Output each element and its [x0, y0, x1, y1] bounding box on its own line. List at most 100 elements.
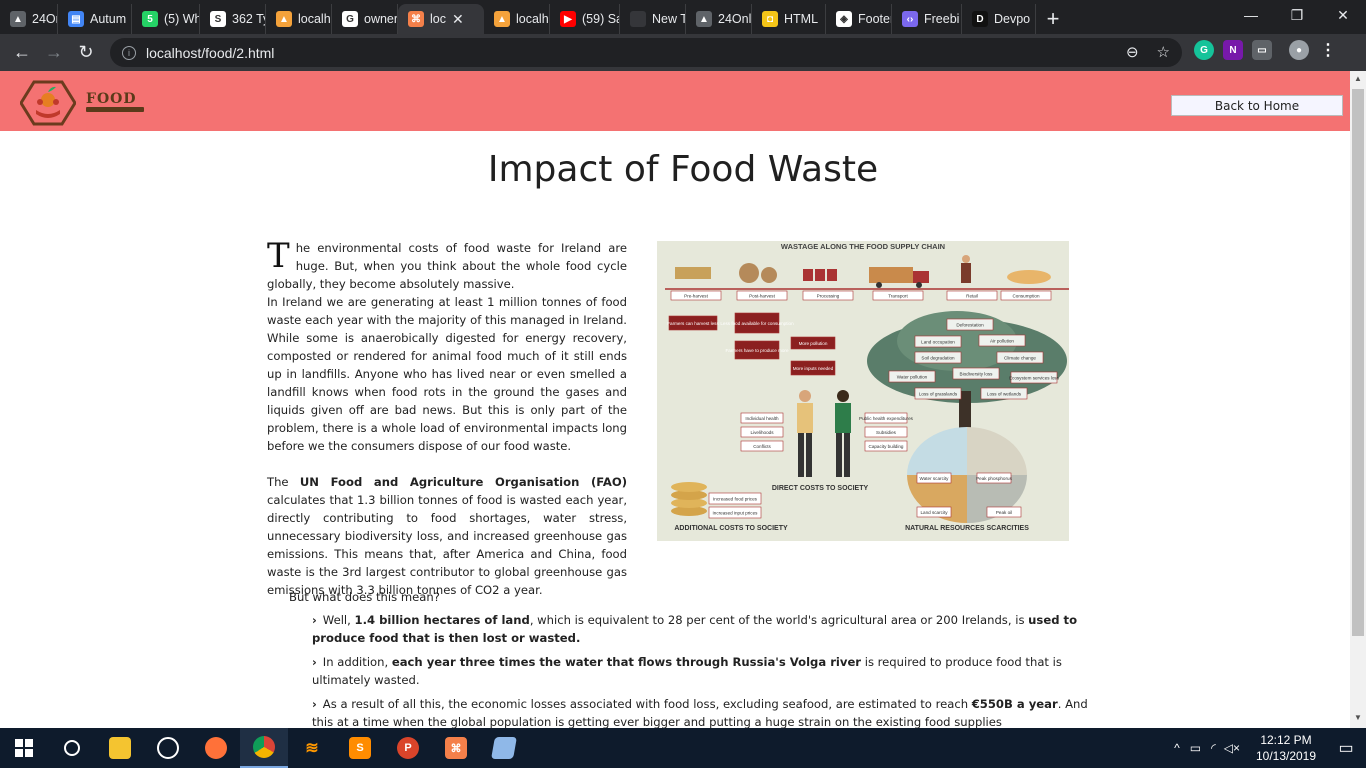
cast-icon[interactable]: ▭: [1252, 40, 1272, 60]
svg-text:Individual health: Individual health: [745, 416, 779, 421]
system-tray: ^ ▭ ◜ ◁× 12:12 PM 10/13/2019 ▭: [1174, 728, 1366, 768]
browser-tab[interactable]: ▲ localhc: [266, 4, 332, 34]
notifications-icon[interactable]: ▭: [1326, 738, 1366, 758]
tab-favicon-icon: G: [342, 11, 358, 27]
logo-wordmark: FOOD: [86, 91, 137, 107]
browser-tab[interactable]: D Devpo: [962, 4, 1036, 34]
svg-text:Biodiversity loss: Biodiversity loss: [960, 372, 994, 377]
file-explorer-icon[interactable]: [96, 728, 144, 768]
clock-date: 10/13/2019: [1255, 749, 1317, 763]
chrome-icon[interactable]: [240, 728, 288, 768]
notepad-icon[interactable]: [480, 728, 528, 768]
browser-tab[interactable]: ▤ Autum: [58, 4, 132, 34]
browser-tab[interactable]: ▲ 24Onli: [0, 4, 58, 34]
tab-favicon-icon: D: [972, 11, 988, 27]
p-app-icon[interactable]: P: [384, 728, 432, 768]
social-cost-box: Subsidies: [864, 426, 908, 438]
extension-area: G N ▭ ● ⋮: [1194, 40, 1338, 60]
item-text: In addition,: [322, 655, 392, 669]
svg-text:Capacity building: Capacity building: [869, 444, 904, 449]
address-bar[interactable]: i localhost/food/2.html ⊖ ☆: [110, 38, 1182, 67]
price-cost-box: Increased input prices: [708, 506, 762, 519]
brackets-icon[interactable]: ⌘: [432, 728, 480, 768]
close-window-button[interactable]: ✕: [1320, 0, 1366, 30]
volume-muted-icon[interactable]: ◁×: [1224, 741, 1240, 755]
impact-label: Loss of wetlands: [980, 387, 1028, 400]
firefox-icon[interactable]: [192, 728, 240, 768]
maximize-button[interactable]: ❐: [1274, 0, 1320, 30]
back-arrow-icon[interactable]: ←: [6, 37, 38, 69]
page-scrollbar[interactable]: ▲ ▼: [1350, 71, 1366, 728]
impact-item-water: › In addition, each year three times the …: [312, 653, 1102, 689]
sublime-icon[interactable]: S: [336, 728, 384, 768]
new-tab-plus-icon[interactable]: +: [1036, 4, 1070, 34]
url-text: localhost/food/2.html: [146, 44, 275, 61]
tab-favicon-icon: ▲: [494, 11, 510, 27]
system-clock[interactable]: 12:12 PM 10/13/2019: [1246, 732, 1326, 764]
browser-tab[interactable]: ‹› Freebi: [892, 4, 962, 34]
scroll-down-icon[interactable]: ▼: [1354, 713, 1362, 722]
start-windows-icon[interactable]: [0, 728, 48, 768]
resource-label: Peak oil: [986, 506, 1022, 518]
battery-icon[interactable]: ▭: [1190, 741, 1201, 755]
tab-label: 24Onl: [718, 12, 752, 26]
page-title: Impact of Food Waste: [487, 149, 879, 190]
stage-label: Consumption: [1000, 290, 1052, 301]
tab-label: loc: [430, 12, 446, 26]
bookmark-star-icon[interactable]: ☆: [1157, 43, 1170, 61]
reload-icon[interactable]: ↻: [70, 37, 102, 69]
close-tab-icon[interactable]: ✕: [452, 11, 464, 28]
browser-tab[interactable]: ▲ localhc: [484, 4, 550, 34]
impact-item-land: › Well, 1.4 billion hectares of land, whi…: [312, 611, 1102, 647]
tab-favicon-icon: ⌘: [408, 11, 424, 27]
svg-text:Consumption: Consumption: [1012, 294, 1040, 299]
tab-favicon-icon: ▲: [696, 11, 712, 27]
tab-label: localhc: [298, 12, 331, 26]
forward-arrow-icon[interactable]: →: [38, 37, 70, 69]
svg-text:Water pollution: Water pollution: [897, 375, 928, 380]
svg-text:More inputs needed: More inputs needed: [793, 366, 834, 371]
browser-tab[interactable]: ▶ (59) Sa: [550, 4, 620, 34]
profile-avatar-icon[interactable]: ●: [1289, 40, 1309, 60]
fao-bold: UN Food and Agriculture Organisation (FA…: [299, 475, 627, 489]
social-cost-box: Livelihoods: [740, 426, 784, 438]
onenote-icon[interactable]: N: [1223, 40, 1243, 60]
food-rescue-logo[interactable]: [20, 80, 76, 126]
impact-label: Ecosystem services loss: [1009, 371, 1060, 384]
search-circle-icon[interactable]: [48, 728, 96, 768]
impact-label: Soil degradation: [914, 351, 962, 364]
browser-tab[interactable]: ◘ HTML: [752, 4, 826, 34]
media-player-icon[interactable]: [144, 728, 192, 768]
direct-costs-label: DIRECT COSTS TO SOCIETY: [772, 485, 869, 492]
scroll-thumb[interactable]: [1352, 89, 1364, 636]
browser-tab[interactable]: ◈ Footer: [826, 4, 892, 34]
svg-text:Increased input prices: Increased input prices: [713, 511, 759, 516]
browser-tab[interactable]: New Tab: [620, 4, 686, 34]
svg-text:Loss of grasslands: Loss of grasslands: [919, 392, 958, 397]
browser-tab[interactable]: S 362 Ty: [200, 4, 266, 34]
sublime-text-icon[interactable]: ≋: [288, 728, 336, 768]
grammarly-icon[interactable]: G: [1194, 40, 1214, 60]
impact-label: Land occupation: [914, 335, 962, 348]
scroll-up-icon[interactable]: ▲: [1354, 74, 1362, 83]
impact-label: Water pollution: [888, 370, 936, 383]
show-hidden-icons-chevron-icon[interactable]: ^: [1174, 741, 1180, 755]
browser-tab[interactable]: Gowner: [332, 4, 398, 34]
menu-icon[interactable]: ⋮: [1318, 40, 1338, 60]
svg-text:Pre-harvest: Pre-harvest: [684, 294, 708, 299]
additional-costs-label: ADDITIONAL COSTS TO SOCIETY: [674, 525, 788, 532]
back-to-home-button[interactable]: Back to Home: [1171, 95, 1343, 116]
svg-text:Conflicts: Conflicts: [753, 444, 771, 449]
browser-tab[interactable]: 5 (5) Wh: [132, 4, 200, 34]
tab-label: Autum: [90, 12, 127, 26]
browser-tab[interactable]: ▲ 24Onl: [686, 4, 752, 34]
svg-text:Ecosystem services loss: Ecosystem services loss: [1009, 376, 1060, 381]
site-info-icon[interactable]: i: [122, 45, 136, 60]
browser-tab[interactable]: ⌘ loc ✕: [398, 4, 484, 34]
impact-list: › Well, 1.4 billion hectares of land, whi…: [312, 611, 1102, 728]
drop-cap: T: [267, 236, 290, 276]
minimize-button[interactable]: —: [1228, 0, 1274, 30]
food-waste-infographic: WASTAGE ALONG THE FOOD SUPPLY CHAIN Pre-…: [657, 241, 1069, 541]
wifi-icon[interactable]: ◜: [1211, 741, 1216, 755]
zoom-icon[interactable]: ⊖: [1126, 43, 1139, 61]
